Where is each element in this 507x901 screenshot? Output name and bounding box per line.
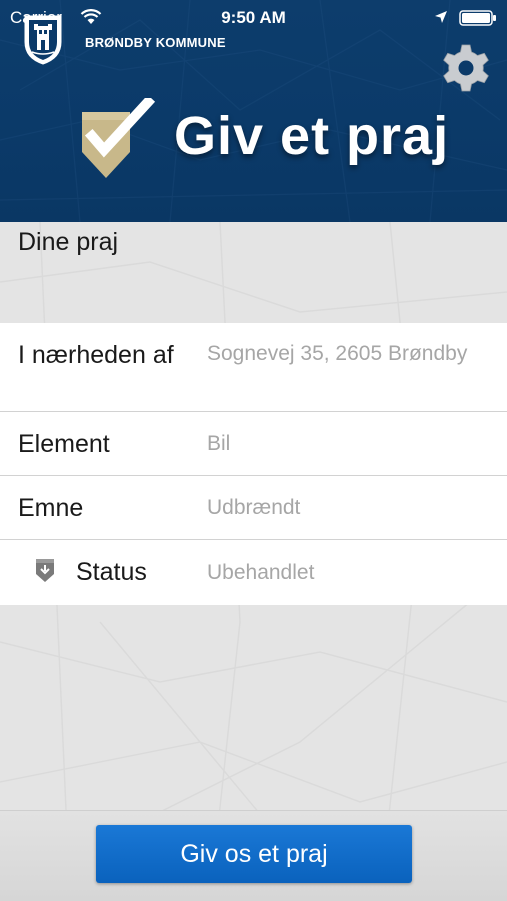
row-value: Ubehandlet (207, 561, 315, 584)
section-title: Dine praj (18, 228, 119, 256)
municipality-name: BRØNDBY KOMMUNE (85, 35, 226, 50)
submit-report-button[interactable]: Giv os et praj (96, 825, 412, 883)
map-pin-icon (36, 559, 54, 582)
table-row-element[interactable]: Element Bil (0, 412, 507, 476)
clock: 9:50 AM (221, 8, 286, 27)
row-value: Sognevej 35, 2605 Brøndby (207, 342, 468, 365)
table-row-subject[interactable]: Emne Udbrændt (0, 476, 507, 540)
table-row-location[interactable]: I nærheden af Sognevej 35, 2605 Brøndby (0, 323, 507, 412)
row-value: Bil (207, 432, 231, 455)
row-label: Status (76, 558, 147, 586)
location-arrow-icon (435, 11, 447, 23)
row-label: I nærheden af (18, 341, 174, 369)
settings-gear-icon[interactable] (440, 42, 492, 94)
report-details-table: I nærheden af Sognevej 35, 2605 Brøndby … (0, 323, 507, 605)
table-row-status[interactable]: Status Ubehandlet (0, 540, 507, 605)
municipality-crest-icon (24, 15, 62, 65)
battery-icon (459, 10, 496, 26)
app-title: Giv et praj (174, 106, 450, 166)
row-label: Element (18, 430, 110, 458)
row-value: Udbrændt (207, 496, 301, 519)
checkmark-badge-icon (82, 98, 156, 178)
row-label: Emne (18, 494, 84, 522)
status-bar: Carrier 9:50 AM (0, 0, 507, 36)
app-header: Carrier 9:50 AM BRØNDBY KOMMUNE (0, 0, 507, 222)
